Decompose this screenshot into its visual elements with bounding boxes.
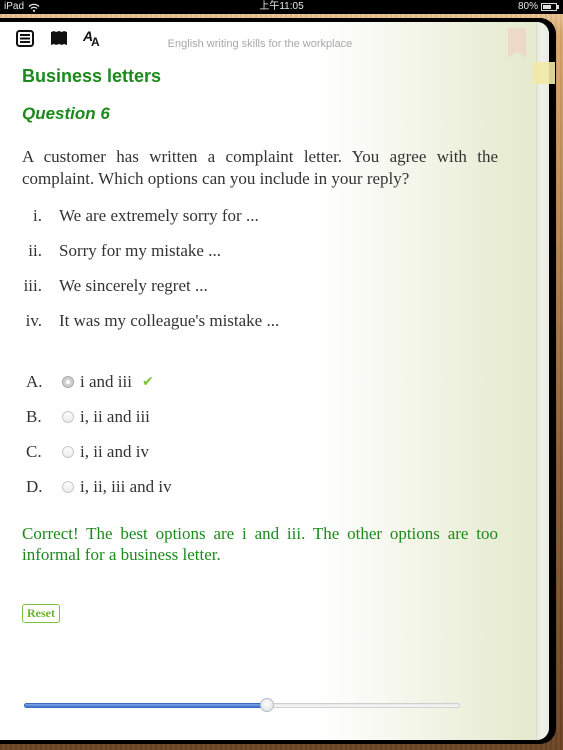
option-text: i and iii bbox=[80, 371, 132, 391]
statement-number: iii. bbox=[23, 276, 42, 295]
statement-number: ii. bbox=[28, 241, 42, 260]
checkmark-icon: ✔ bbox=[141, 373, 154, 390]
option-letter: C. bbox=[26, 441, 42, 461]
question-prompt: A customer has written a complaint lette… bbox=[22, 147, 498, 188]
reset-button[interactable]: Reset bbox=[22, 604, 60, 623]
book-title: English writing skills for the workplace bbox=[167, 38, 353, 50]
section-title: Business letters bbox=[22, 66, 162, 86]
battery-icon bbox=[541, 3, 559, 11]
option-b[interactable]: B. i, ii and iii bbox=[22, 399, 498, 434]
slider-fill bbox=[24, 703, 267, 708]
option-a[interactable]: A. i and iii ✔ bbox=[22, 364, 498, 399]
status-bar: iPad 上午11:05 80% bbox=[0, 0, 563, 14]
statement-text: We sincerely regret ... bbox=[59, 276, 208, 295]
answer-options: A. i and iii ✔ B. i, ii and iii C. i, ii… bbox=[22, 364, 498, 504]
option-text: i, ii and iv bbox=[80, 441, 149, 461]
side-tab bbox=[533, 62, 555, 84]
statement-text: We are extremely sorry for ... bbox=[59, 206, 259, 225]
feedback-text: Correct! The best options are i and iii.… bbox=[22, 524, 498, 564]
status-time: 上午11:05 bbox=[259, 1, 304, 12]
option-letter: D. bbox=[26, 476, 43, 496]
battery-percent: 80% bbox=[517, 1, 538, 12]
radio-button[interactable] bbox=[62, 410, 74, 423]
radio-button[interactable] bbox=[62, 445, 74, 458]
statement-item: iv. It was my colleague's mistake ... bbox=[22, 311, 498, 346]
radio-button[interactable] bbox=[62, 375, 74, 388]
statement-number: i. bbox=[33, 206, 42, 225]
statement-number: iv. bbox=[25, 311, 42, 330]
statement-item: iii. We sincerely regret ... bbox=[22, 276, 498, 311]
page-slider[interactable] bbox=[24, 698, 460, 712]
option-c[interactable]: C. i, ii and iv bbox=[22, 434, 498, 469]
statement-list: i. We are extremely sorry for ... ii. So… bbox=[22, 206, 498, 346]
statement-item: i. We are extremely sorry for ... bbox=[22, 206, 498, 241]
option-d[interactable]: D. i, ii, iii and iv bbox=[22, 469, 498, 504]
statement-text: Sorry for my mistake ... bbox=[59, 241, 221, 260]
radio-button[interactable] bbox=[62, 480, 74, 493]
statement-text: It was my colleague's mistake ... bbox=[59, 311, 280, 330]
statement-item: ii. Sorry for my mistake ... bbox=[22, 241, 498, 276]
question-title: Question 6 bbox=[22, 104, 110, 123]
option-text: i, ii, iii and iv bbox=[80, 476, 172, 496]
page-edge bbox=[536, 22, 549, 740]
option-text: i, ii and iii bbox=[80, 406, 150, 426]
option-letter: A. bbox=[26, 371, 43, 391]
slider-thumb[interactable] bbox=[259, 698, 274, 712]
option-letter: B. bbox=[26, 406, 42, 426]
question-content: Business letters Question 6 A customer h… bbox=[22, 66, 498, 623]
